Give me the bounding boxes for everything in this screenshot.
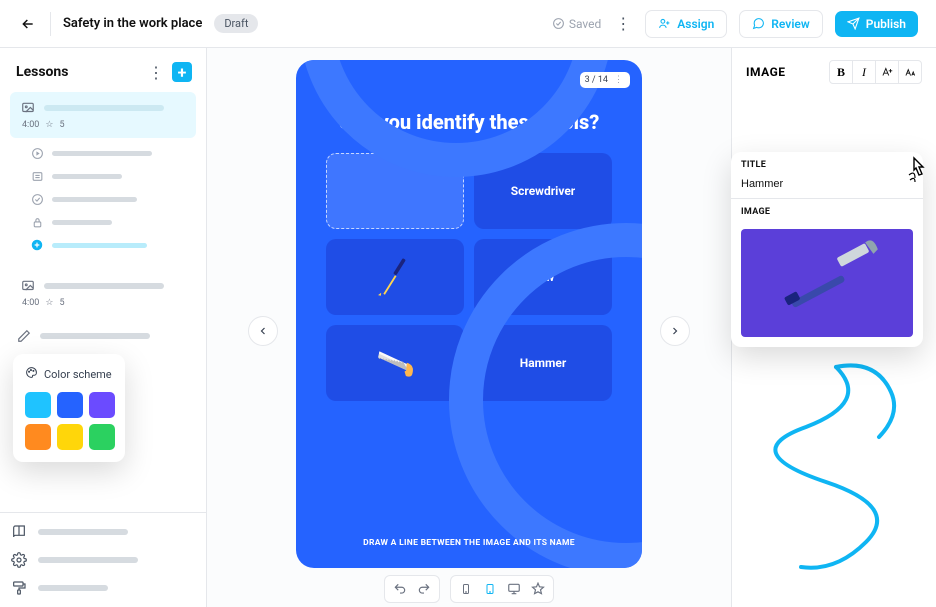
lesson-duration: 4:00 (22, 120, 39, 130)
page-indicator-text: 3 / 14 (585, 75, 608, 85)
italic-button[interactable]: I (852, 60, 876, 84)
image-icon (20, 100, 36, 116)
assign-label: Assign (677, 17, 714, 31)
lesson-item[interactable]: 4:00 ☆ 5 (10, 270, 196, 316)
label-tile-screwdriver[interactable]: Screwdriver (474, 153, 612, 229)
assign-button[interactable]: Assign (645, 10, 727, 38)
status-pill: Draft (214, 14, 258, 33)
redo-button[interactable] (415, 580, 433, 598)
app-header: Safety in the work place Draft Saved ⋮ A… (0, 0, 936, 48)
star-icon: ☆ (45, 298, 53, 308)
footer-item[interactable] (10, 579, 196, 597)
pencil-icon (16, 328, 32, 344)
color-swatch[interactable] (57, 424, 83, 450)
sidebar-heading: Lessons (16, 64, 68, 80)
saved-label: Saved (569, 17, 601, 31)
color-scheme-popover[interactable]: Color scheme (13, 354, 125, 462)
matching-grid: Screwdriver Saw (296, 135, 642, 401)
title-input[interactable] (731, 178, 923, 198)
title-field-label: TITLE (731, 152, 923, 172)
undo-button[interactable] (391, 580, 409, 598)
prev-slide-button[interactable] (248, 316, 278, 346)
lesson-rating: 5 (59, 120, 64, 130)
sidebar-header: Lessons ⋮ + (0, 48, 206, 92)
palette-icon (25, 366, 38, 382)
footer-item[interactable] (10, 523, 196, 541)
color-swatch[interactable] (89, 392, 115, 418)
image-icon (20, 278, 36, 294)
device-desktop-button[interactable] (505, 580, 523, 598)
footer-item[interactable] (10, 551, 196, 569)
color-swatch[interactable] (25, 424, 51, 450)
slide-hint: DRAW A LINE BETWEEN THE IMAGE AND ITS NA… (296, 538, 642, 548)
image-preview[interactable] (741, 229, 913, 337)
lesson-item-active[interactable]: 4:00 ☆ 5 (10, 92, 196, 138)
publish-label: Publish (866, 17, 906, 31)
canvas-area: 3 / 14 ⋮ Can you identify these tools? S… (207, 48, 731, 607)
next-slide-button[interactable] (660, 316, 690, 346)
panel-section-label: IMAGE (746, 65, 786, 79)
back-button[interactable] (18, 14, 38, 34)
color-swatch[interactable] (25, 392, 51, 418)
lesson-sub-items (10, 146, 196, 252)
label-tile-saw[interactable]: Saw (474, 239, 612, 315)
page-title: Safety in the work place (63, 16, 202, 31)
image-editor-popover[interactable]: TITLE IMAGE (731, 152, 923, 347)
list-icon (30, 169, 44, 183)
add-lesson-button[interactable]: + (172, 62, 192, 82)
lesson-rating: 5 (59, 298, 64, 308)
review-button[interactable]: Review (739, 10, 822, 38)
sidebar-footer (0, 512, 206, 607)
sub-item[interactable] (30, 215, 196, 229)
saved-indicator: Saved (552, 17, 601, 31)
color-swatch[interactable] (89, 424, 115, 450)
lessons-sidebar: Lessons ⋮ + 4:00 ☆ 5 (0, 48, 207, 607)
image-tile-screwdriver[interactable] (326, 239, 464, 315)
publish-button[interactable]: Publish (835, 11, 918, 37)
header-more-button[interactable]: ⋮ (613, 14, 633, 33)
sub-item[interactable] (30, 192, 196, 206)
color-scheme-label: Color scheme (44, 368, 112, 381)
divider (50, 12, 51, 36)
color-swatch[interactable] (57, 392, 83, 418)
paint-roller-icon (10, 579, 28, 597)
text-size-decrease-button[interactable] (898, 60, 922, 84)
check-circle-icon (30, 192, 44, 206)
device-mobile-button[interactable] (457, 580, 475, 598)
canvas-toolbar (384, 575, 554, 603)
sub-item[interactable] (30, 169, 196, 183)
page-indicator-more-icon[interactable]: ⋮ (612, 75, 625, 85)
color-swatch-grid (25, 392, 113, 450)
page-indicator[interactable]: 3 / 14 ⋮ (580, 72, 630, 88)
add-sub-item-button[interactable] (30, 238, 196, 252)
sidebar-more-button[interactable]: ⋮ (146, 63, 166, 82)
slide-preview[interactable]: 3 / 14 ⋮ Can you identify these tools? S… (296, 60, 642, 568)
star-icon: ☆ (45, 120, 53, 130)
cursor-pointer-icon (906, 156, 930, 190)
book-icon (10, 523, 28, 541)
sub-item[interactable] (30, 146, 196, 160)
lesson-item-draft[interactable] (10, 324, 196, 348)
gear-icon (10, 551, 28, 569)
image-tile-saw[interactable] (326, 325, 464, 401)
review-label: Review (771, 17, 809, 31)
text-format-group: B I (829, 60, 922, 84)
drop-zone-tile[interactable] (326, 153, 464, 229)
slide-title: Can you identify these tools? (296, 110, 642, 135)
bold-button[interactable]: B (829, 60, 853, 84)
play-circle-icon (30, 146, 44, 160)
lesson-duration: 4:00 (22, 298, 39, 308)
lock-icon (30, 215, 44, 229)
favorite-button[interactable] (529, 580, 547, 598)
text-size-increase-button[interactable] (875, 60, 899, 84)
image-field-label: IMAGE (731, 199, 923, 219)
label-tile-hammer[interactable]: Hammer (474, 325, 612, 401)
device-tablet-button[interactable] (481, 580, 499, 598)
plus-circle-icon (30, 238, 44, 252)
